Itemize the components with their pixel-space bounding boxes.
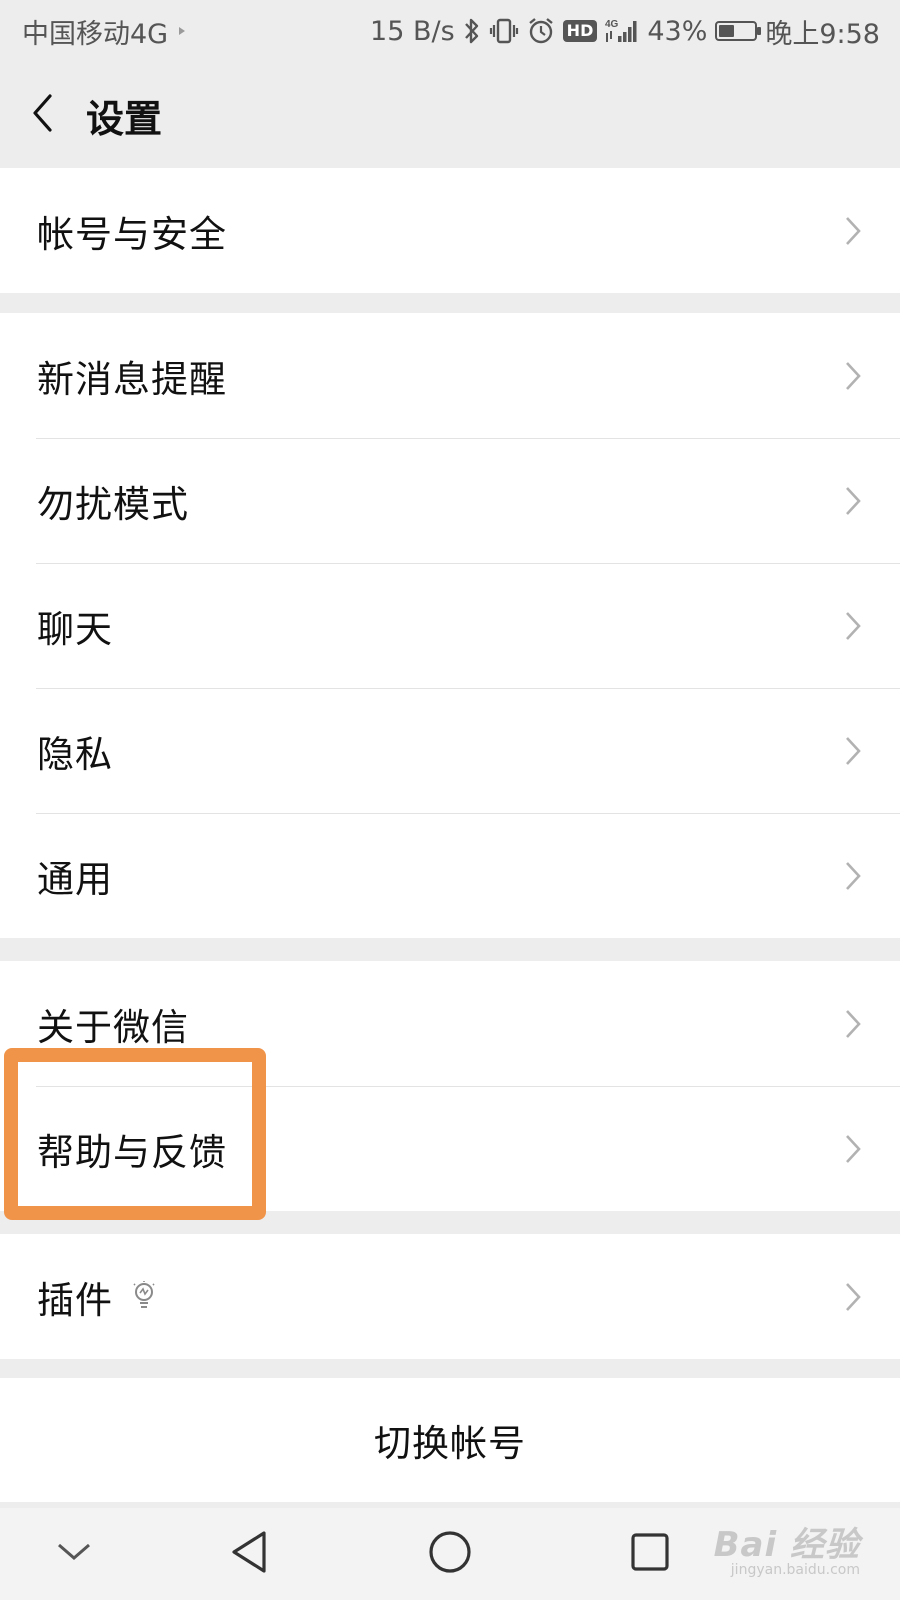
alarm-icon	[527, 17, 555, 45]
hd-badge: HD	[562, 20, 598, 42]
battery-percent: 43%	[647, 15, 708, 47]
status-right: 15 B/s HD 4G 43% 晚上9:58	[370, 12, 880, 51]
baidu-watermark: Bai 经验 jingyan.baidu.com	[714, 1517, 860, 1578]
carrier-label: 中国移动4G	[22, 18, 169, 50]
battery-fill	[719, 25, 735, 37]
row-label: 通用	[37, 857, 113, 901]
square-recent-icon	[630, 1532, 670, 1576]
row-general[interactable]: 通用	[0, 813, 900, 938]
watermark-logo: Bai 经验	[713, 1525, 860, 1565]
vibrate-icon	[489, 17, 519, 45]
status-bar: 中国移动4G 15 B/s HD 4G 43% 晚上9:58	[0, 0, 900, 62]
chevron-right-icon	[844, 1008, 862, 1040]
settings-group-account: 帐号与安全	[0, 168, 900, 293]
page-title: 设置	[86, 96, 163, 141]
row-label: 勿扰模式	[37, 482, 189, 526]
status-left: 中国移动4G	[22, 12, 186, 51]
settings-group-about: 关于微信 帮助与反馈	[0, 961, 900, 1211]
chevron-right-icon	[844, 360, 862, 392]
navigation-bar: Bai 经验 jingyan.baidu.com	[0, 1508, 900, 1600]
chevron-right-icon	[844, 1281, 862, 1313]
row-left: 插件	[37, 1270, 157, 1324]
switch-account-button[interactable]: 切换帐号	[0, 1378, 900, 1502]
settings-group-main: 新消息提醒 勿扰模式 聊天 隐私 通用	[0, 313, 900, 938]
nav-recent-button[interactable]	[600, 1508, 700, 1600]
chevron-down-icon	[56, 1541, 92, 1567]
lightbulb-icon	[131, 1280, 157, 1314]
chevron-right-icon	[844, 610, 862, 642]
row-label: 帮助与反馈	[37, 1130, 227, 1174]
row-privacy[interactable]: 隐私	[0, 688, 900, 813]
nav-home-button[interactable]	[400, 1508, 500, 1600]
nav-collapse-button[interactable]	[24, 1508, 124, 1600]
back-arrow-icon	[30, 93, 56, 137]
circle-home-icon	[428, 1530, 472, 1578]
battery-icon	[715, 21, 762, 41]
row-plugins[interactable]: 插件	[0, 1234, 900, 1359]
chevron-right-icon	[844, 860, 862, 892]
row-do-not-disturb[interactable]: 勿扰模式	[0, 438, 900, 563]
back-button[interactable]	[0, 62, 86, 168]
chevron-right-icon	[844, 215, 862, 247]
chevron-right-icon	[844, 1133, 862, 1165]
row-chat[interactable]: 聊天	[0, 563, 900, 688]
row-label: 关于微信	[37, 1005, 189, 1049]
header: 设置	[0, 62, 900, 168]
switch-account-label: 切换帐号	[374, 1422, 526, 1465]
row-label: 隐私	[37, 732, 113, 776]
row-help-feedback[interactable]: 帮助与反馈	[0, 1086, 900, 1211]
row-account-security[interactable]: 帐号与安全	[0, 168, 900, 293]
row-label: 聊天	[37, 607, 113, 651]
svg-text:4G: 4G	[605, 19, 619, 30]
settings-group-plugins: 插件	[0, 1234, 900, 1359]
row-new-message-alerts[interactable]: 新消息提醒	[0, 313, 900, 438]
chevron-right-icon	[844, 735, 862, 767]
clock: 晚上9:58	[765, 18, 880, 50]
row-label: 新消息提醒	[37, 357, 227, 401]
watermark-url: jingyan.baidu.com	[730, 1562, 860, 1578]
triangle-back-icon	[230, 1530, 270, 1578]
nav-back-button[interactable]	[200, 1508, 300, 1600]
signal-icon: 4G	[605, 17, 639, 45]
location-arrow-icon	[178, 26, 186, 36]
row-label: 插件	[37, 1278, 113, 1322]
row-about-wechat[interactable]: 关于微信	[0, 961, 900, 1086]
row-label: 帐号与安全	[37, 212, 227, 256]
bluetooth-icon	[463, 17, 481, 45]
network-speed: 15 B/s	[370, 15, 455, 47]
chevron-right-icon	[844, 485, 862, 517]
